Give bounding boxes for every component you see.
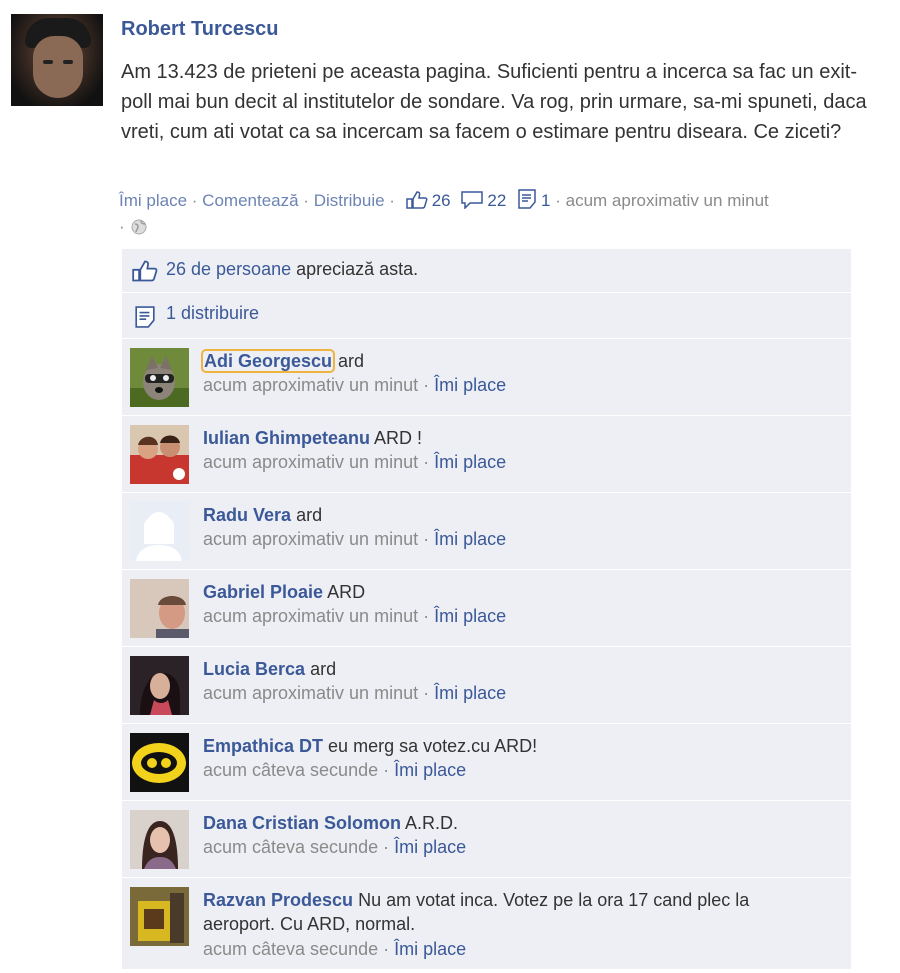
comment-like-link[interactable]: Îmi place <box>394 939 466 959</box>
commenter-avatar[interactable] <box>130 425 189 484</box>
separator: · <box>119 217 125 236</box>
comment-item: Adi Georgescu ard acum aproximativ un mi… <box>122 339 851 416</box>
comment-meta: acum câteva secunde · Îmi place <box>203 939 466 960</box>
comment-item: Dana Cristian Solomon A.R.D. acum câteva… <box>122 801 851 878</box>
comment-meta: acum aproximativ un minut · Îmi place <box>203 452 506 473</box>
comment-like-link[interactable]: Îmi place <box>434 683 506 703</box>
post-text: Am 13.423 de prieteni pe aceasta pagina.… <box>121 61 867 143</box>
comment-time[interactable]: acum câteva secunde <box>203 939 378 959</box>
separator: · <box>191 191 198 210</box>
comment-item: Radu Vera ard acum aproximativ un minut … <box>122 493 851 570</box>
commenter-name[interactable]: Dana Cristian Solomon <box>203 813 401 833</box>
comments-count: 22 <box>487 191 507 210</box>
comment-time[interactable]: acum aproximativ un minut <box>203 683 418 703</box>
likes-count: 26 <box>431 191 451 210</box>
comment-item: Lucia Berca ard acum aproximativ un minu… <box>122 647 851 724</box>
comment-link[interactable]: Comentează <box>202 191 298 210</box>
commenter-avatar[interactable] <box>130 887 189 946</box>
comment-like-link[interactable]: Îmi place <box>394 837 466 857</box>
likes-summary-text: apreciază asta. <box>291 259 419 279</box>
likes-count-link[interactable]: 26 <box>400 191 456 210</box>
post-actions-row: Îmi place · Comentează · Distribuie · 26… <box>119 188 889 240</box>
comment-bubble-icon <box>461 191 484 209</box>
comment-text: ARD ! <box>374 428 423 448</box>
commenter-avatar[interactable] <box>130 733 189 792</box>
comment-time[interactable]: acum aproximativ un minut <box>203 529 418 549</box>
thumbs-up-icon <box>132 260 158 282</box>
separator: · <box>423 683 430 703</box>
share-icon <box>518 189 536 209</box>
separator: · <box>423 375 430 395</box>
commenter-avatar[interactable] <box>130 579 189 638</box>
comment-text: ard <box>296 505 323 525</box>
share-icon <box>135 306 155 328</box>
comment-like-link[interactable]: Îmi place <box>394 760 466 780</box>
commenter-name[interactable]: Empathica DT <box>203 736 323 756</box>
separator: · <box>423 529 430 549</box>
separator: · <box>423 606 430 626</box>
commenter-name[interactable]: Lucia Berca <box>203 659 305 679</box>
comment-time[interactable]: acum aproximativ un minut <box>203 375 418 395</box>
commenter-name[interactable]: Radu Vera <box>203 505 291 525</box>
comment-meta: acum câteva secunde · Îmi place <box>203 760 466 781</box>
shares-link[interactable]: 1 distribuire <box>166 303 259 323</box>
separator: · <box>389 191 395 210</box>
post-timestamp[interactable]: acum aproximativ un minut <box>566 191 769 210</box>
comment-like-link[interactable]: Îmi place <box>434 375 506 395</box>
feedback-panel: 26 de persoane apreciază asta. 1 distrib… <box>122 249 851 970</box>
comment-item: Gabriel Ploaie ARD acum aproximativ un m… <box>122 570 851 647</box>
commenter-avatar[interactable] <box>130 810 189 869</box>
separator: · <box>383 760 390 780</box>
comment-meta: acum aproximativ un minut · Îmi place <box>203 375 506 396</box>
comment-item: Empathica DT eu merg sa votez.cu ARD! ac… <box>122 724 851 801</box>
separator: · <box>383 837 390 857</box>
likes-summary-row: 26 de persoane apreciază asta. <box>122 249 851 293</box>
commenter-avatar[interactable] <box>130 656 189 715</box>
comment-text: eu merg sa votez.cu ARD! <box>328 736 538 756</box>
commenter-name[interactable]: Gabriel Ploaie <box>203 582 323 602</box>
comment-item: Iulian Ghimpeteanu ARD ! acum aproximati… <box>122 416 851 493</box>
comment-text: A.R.D. <box>405 813 459 833</box>
comment-text: ard <box>310 659 337 679</box>
globe-icon <box>131 219 147 235</box>
shares-summary-row: 1 distribuire <box>122 293 851 339</box>
commenter-name[interactable]: Adi Georgescu <box>200 349 336 373</box>
comment-time[interactable]: acum câteva secunde <box>203 837 378 857</box>
share-link[interactable]: Distribuie <box>314 191 385 210</box>
commenter-avatar[interactable] <box>130 502 189 561</box>
author-avatar[interactable] <box>11 14 103 106</box>
comment-like-link[interactable]: Îmi place <box>434 529 506 549</box>
separator: · <box>383 939 390 959</box>
like-link[interactable]: Îmi place <box>119 191 187 210</box>
shares-count-link[interactable]: 1 <box>511 189 555 210</box>
shares-count: 1 <box>541 191 551 210</box>
comment-like-link[interactable]: Îmi place <box>434 452 506 472</box>
comment-item: Razvan Prodescu Nu am votat inca. Votez … <box>122 878 851 970</box>
thumbs-up-icon <box>405 191 428 209</box>
comment-meta: acum aproximativ un minut · Îmi place <box>203 606 506 627</box>
separator: · <box>303 191 309 210</box>
comment-time[interactable]: acum aproximativ un minut <box>203 452 418 472</box>
comment-meta: acum aproximativ un minut · Îmi place <box>203 683 506 704</box>
comment-time[interactable]: acum câteva secunde <box>203 760 378 780</box>
separator: · <box>555 191 561 210</box>
comment-meta: acum câteva secunde · Îmi place <box>203 837 466 858</box>
separator: · <box>423 452 430 472</box>
commenter-name[interactable]: Razvan Prodescu <box>203 890 353 910</box>
commenter-avatar[interactable] <box>130 348 189 407</box>
comment-like-link[interactable]: Îmi place <box>434 606 506 626</box>
comment-text: ARD <box>327 582 366 602</box>
comment-text: ard <box>338 351 365 371</box>
comments-count-link[interactable]: 22 <box>455 191 511 210</box>
likers-link[interactable]: 26 de persoane <box>166 259 291 279</box>
post-author-name[interactable]: Robert Turcescu <box>121 18 278 41</box>
comment-time[interactable]: acum aproximativ un minut <box>203 606 418 626</box>
comment-meta: acum aproximativ un minut · Îmi place <box>203 529 506 550</box>
commenter-name[interactable]: Iulian Ghimpeteanu <box>203 428 370 448</box>
